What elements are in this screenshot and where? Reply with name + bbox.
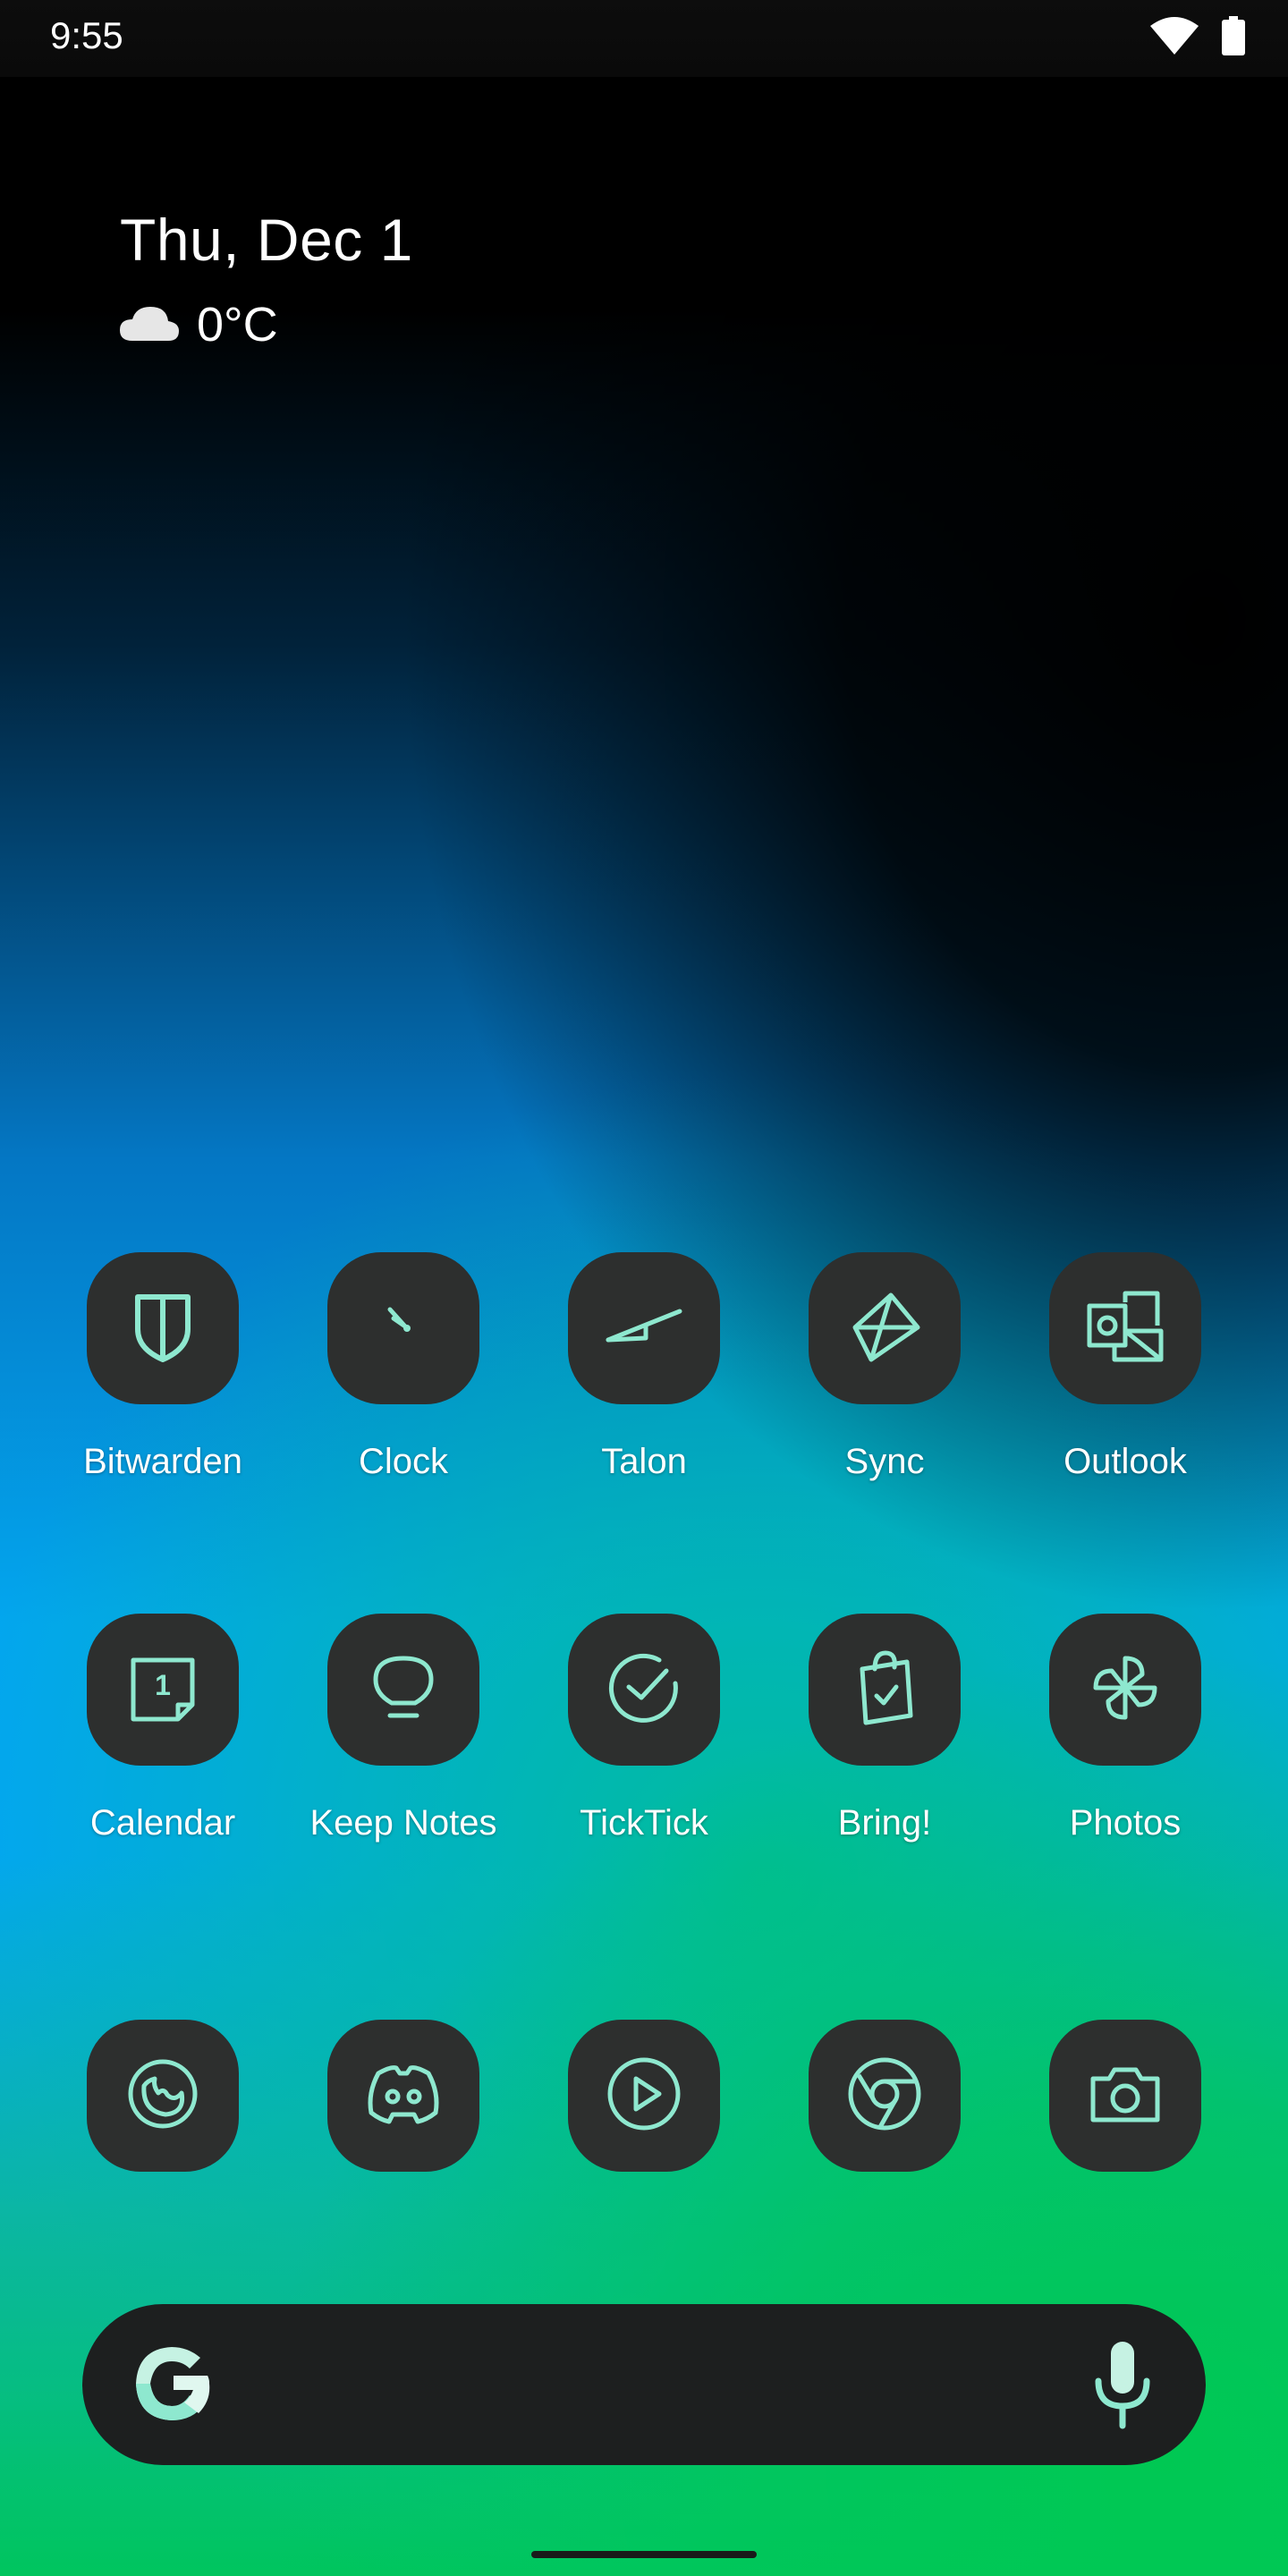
- app-tile[interactable]: [1049, 1614, 1201, 1766]
- app-label: Keep Notes: [309, 1803, 497, 1843]
- app-tile[interactable]: [87, 1252, 239, 1404]
- dock-chrome[interactable]: [777, 2020, 992, 2288]
- play-icon: [604, 2054, 684, 2139]
- app-tile[interactable]: [327, 1252, 479, 1404]
- app-talon[interactable]: Talon: [537, 1252, 751, 1521]
- firefox-icon: [123, 2054, 203, 2139]
- google-g-icon[interactable]: [131, 2342, 215, 2430]
- app-tile[interactable]: [87, 2020, 239, 2172]
- app-label: Clock: [358, 1442, 449, 1481]
- app-tile[interactable]: [1049, 2020, 1201, 2172]
- battery-icon: [1222, 16, 1245, 60]
- microphone-icon[interactable]: [1091, 2340, 1154, 2434]
- photos-pinwheel-icon: [1085, 1648, 1165, 1733]
- bring-bag-icon: [844, 1648, 925, 1733]
- app-clock[interactable]: Clock: [296, 1252, 511, 1521]
- glance-date[interactable]: Thu, Dec 1: [120, 206, 413, 274]
- google-search-bar[interactable]: [82, 2304, 1206, 2465]
- app-tile[interactable]: [568, 2020, 720, 2172]
- dock-discord[interactable]: [296, 2020, 511, 2288]
- status-icons: [1150, 16, 1245, 60]
- app-bring[interactable]: Bring!: [777, 1614, 992, 1882]
- app-tile[interactable]: [809, 2020, 961, 2172]
- app-tile[interactable]: [809, 1252, 961, 1404]
- app-ticktick[interactable]: TickTick: [537, 1614, 751, 1882]
- chrome-icon: [844, 2054, 925, 2139]
- clock-icon: [363, 1286, 444, 1371]
- app-tile[interactable]: [327, 2020, 479, 2172]
- app-tile[interactable]: [568, 1252, 720, 1404]
- ticktick-icon: [604, 1648, 684, 1733]
- dock-firefox[interactable]: [55, 2020, 270, 2288]
- cloud-icon: [120, 297, 179, 352]
- app-outlook[interactable]: Outlook: [1018, 1252, 1233, 1521]
- outlook-icon: [1082, 1286, 1168, 1371]
- app-label: Bitwarden: [83, 1442, 242, 1481]
- wifi-icon: [1150, 17, 1199, 59]
- app-label: Photos: [1069, 1803, 1182, 1843]
- calendar-day: 1: [155, 1669, 171, 1701]
- app-label: Talon: [601, 1442, 687, 1481]
- app-label: Bring!: [837, 1803, 932, 1843]
- app-tile[interactable]: 1: [87, 1614, 239, 1766]
- sync-icon: [844, 1286, 925, 1371]
- app-label: Calendar: [89, 1803, 236, 1843]
- keep-notes-icon: [363, 1648, 444, 1733]
- glance-temperature: 0°C: [197, 298, 278, 352]
- gesture-nav-handle[interactable]: [531, 2551, 757, 2558]
- app-tile[interactable]: [568, 1614, 720, 1766]
- dock-camera[interactable]: [1018, 2020, 1233, 2288]
- app-label: Sync: [844, 1442, 925, 1481]
- app-photos[interactable]: Photos: [1018, 1614, 1233, 1882]
- app-tile[interactable]: [327, 1614, 479, 1766]
- app-calendar[interactable]: 1 Calendar: [55, 1614, 270, 1882]
- status-bar: 9:55: [0, 0, 1288, 77]
- status-time: 9:55: [50, 14, 123, 56]
- app-sync[interactable]: Sync: [777, 1252, 992, 1521]
- app-tile[interactable]: [1049, 1252, 1201, 1404]
- app-label: Outlook: [1063, 1442, 1187, 1481]
- camera-icon: [1082, 2054, 1168, 2139]
- talon-icon: [599, 1286, 689, 1371]
- discord-icon: [360, 2054, 446, 2139]
- at-a-glance-widget[interactable]: Thu, Dec 1 0°C: [120, 206, 413, 352]
- app-keep-notes[interactable]: Keep Notes: [296, 1614, 511, 1882]
- dock-play[interactable]: [537, 2020, 751, 2288]
- bitwarden-shield-icon: [123, 1286, 203, 1371]
- app-bitwarden[interactable]: Bitwarden: [55, 1252, 270, 1521]
- calendar-icon: 1: [123, 1649, 203, 1730]
- app-label: TickTick: [580, 1803, 708, 1843]
- glance-weather[interactable]: 0°C: [120, 297, 413, 352]
- app-tile[interactable]: [809, 1614, 961, 1766]
